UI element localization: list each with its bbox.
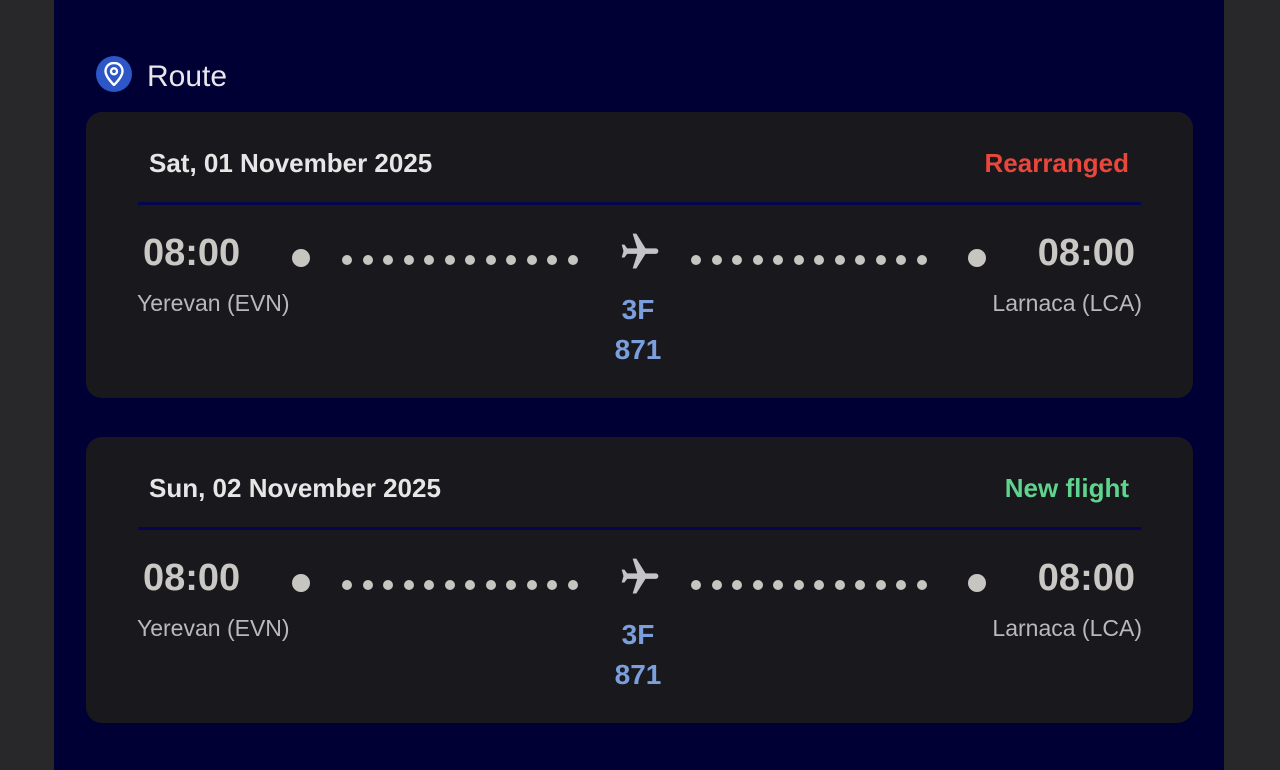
route-dot — [855, 580, 865, 590]
route-dot — [567, 580, 578, 590]
airline-code: 3F — [621, 294, 655, 325]
flight-number: 871 — [614, 334, 662, 365]
route-dots-right — [691, 580, 927, 590]
flight-card[interactable]: Sun, 02 November 2025 New flight 08:00 Y… — [86, 437, 1193, 723]
flight-date: Sat, 01 November 2025 — [149, 148, 433, 178]
arrival-city: Larnaca (LCA) — [992, 290, 1142, 316]
route-dot — [547, 255, 557, 265]
route-dots-right — [691, 255, 927, 265]
flight-card[interactable]: Sat, 01 November 2025 Rearranged 08:00 Y… — [86, 112, 1193, 398]
status-badge: New flight — [1004, 473, 1129, 503]
route-dot — [485, 580, 496, 590]
destination-dot — [968, 574, 986, 592]
route-dot — [732, 580, 742, 590]
route-dot — [424, 255, 434, 265]
flight-date: Sun, 02 November 2025 — [149, 473, 441, 503]
section-title: Route — [147, 60, 228, 93]
route-dot — [814, 255, 824, 265]
route-dot — [834, 255, 845, 265]
route-dot — [752, 255, 763, 265]
route-dot — [691, 255, 701, 265]
flight-code: 3F 871 — [588, 615, 688, 695]
origin-dot — [292, 574, 310, 592]
departure-city: Yerevan (EVN) — [137, 290, 290, 316]
route-dot — [444, 580, 455, 590]
route-section-header: Route — [96, 54, 227, 94]
destination-dot — [968, 249, 986, 267]
airline-code: 3F — [621, 619, 655, 650]
route-dot — [547, 580, 557, 590]
departure-time: 08:00 — [143, 232, 241, 274]
airplane-icon — [621, 558, 659, 594]
route-dot — [916, 255, 927, 265]
route-dot — [896, 255, 906, 265]
route-dot — [567, 255, 578, 265]
arrival-time: 08:00 — [1037, 232, 1135, 274]
route-dot — [362, 580, 373, 590]
route-dot — [444, 255, 455, 265]
status-badge: Rearranged — [984, 148, 1130, 178]
divider — [138, 202, 1141, 205]
divider — [138, 527, 1141, 530]
route-dot — [793, 255, 804, 265]
route-dot — [485, 255, 496, 265]
route-dot — [362, 255, 373, 265]
route-dots-left — [342, 580, 578, 590]
departure-city: Yerevan (EVN) — [137, 615, 290, 641]
route-dot — [773, 255, 783, 265]
arrival-time: 08:00 — [1037, 557, 1135, 599]
route-dot — [875, 255, 886, 265]
route-dot — [834, 580, 845, 590]
route-dot — [526, 580, 537, 590]
route-dot — [875, 580, 886, 590]
route-dot — [793, 580, 804, 590]
route-dot — [383, 580, 393, 590]
route-dot — [691, 580, 701, 590]
route-dots-left — [342, 255, 578, 265]
route-dot — [773, 580, 783, 590]
route-dot — [342, 255, 352, 265]
flight-code: 3F 871 — [588, 290, 688, 370]
route-dot — [465, 580, 475, 590]
route-dot — [424, 580, 434, 590]
route-dot — [896, 580, 906, 590]
route-dot — [465, 255, 475, 265]
arrival-city: Larnaca (LCA) — [992, 615, 1142, 641]
route-dot — [403, 580, 414, 590]
route-dot — [526, 255, 537, 265]
route-dot — [814, 580, 824, 590]
route-dot — [711, 580, 722, 590]
route-dot — [506, 580, 516, 590]
route-dot — [855, 255, 865, 265]
route-dot — [732, 255, 742, 265]
route-dot — [383, 255, 393, 265]
route-dot — [916, 580, 927, 590]
airplane-icon — [621, 233, 659, 269]
route-dot — [342, 580, 352, 590]
departure-time: 08:00 — [143, 557, 241, 599]
route-dot — [752, 580, 763, 590]
route-dot — [403, 255, 414, 265]
location-pin-icon — [96, 56, 132, 92]
route-dot — [506, 255, 516, 265]
flight-number: 871 — [614, 659, 662, 690]
origin-dot — [292, 249, 310, 267]
route-dot — [711, 255, 722, 265]
